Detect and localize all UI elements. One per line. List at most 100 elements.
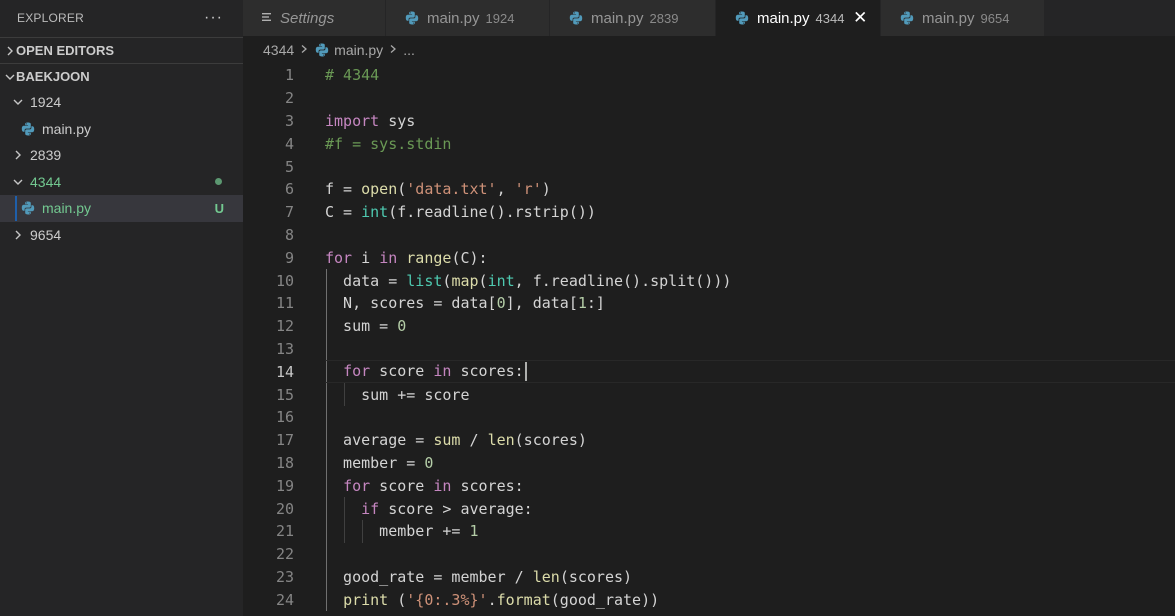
- breadcrumb-symbols[interactable]: ...: [403, 42, 415, 58]
- more-actions-icon[interactable]: ···: [204, 9, 223, 27]
- code-line[interactable]: 22: [243, 542, 1175, 566]
- tab-main-py-4344[interactable]: main.py 4344 ✕: [716, 0, 881, 36]
- code-text: print ('{0:.3%}'.format(good_rate)): [325, 591, 659, 609]
- code-line[interactable]: 2: [243, 87, 1175, 110]
- tab-label: main.py: [427, 9, 480, 27]
- code-line[interactable]: 24 print ('{0:.3%}'.format(good_rate)): [243, 588, 1175, 612]
- code-text: for score in scores:: [325, 362, 527, 382]
- file-main-py-4344[interactable]: main.py U: [0, 195, 243, 222]
- folder-9654[interactable]: 9654: [0, 222, 243, 249]
- code-text: N, scores = data[0], data[1:]: [325, 294, 605, 312]
- code-token: list: [406, 271, 443, 290]
- chevron-down-icon: [4, 71, 16, 83]
- code-token: len: [532, 567, 560, 586]
- code-token: data =: [325, 271, 407, 290]
- code-token: N, scores = data[: [325, 294, 497, 313]
- indent-guide: [326, 405, 327, 429]
- tab-description: 4344: [815, 10, 845, 26]
- code-token: , f.readline().split())): [514, 271, 732, 290]
- code-line[interactable]: 3 import sys: [243, 110, 1175, 133]
- line-number: 5: [284, 157, 294, 176]
- code-line[interactable]: 18 member = 0: [243, 451, 1175, 475]
- tab-description: 9654: [980, 10, 1010, 26]
- code-token: 'r': [514, 180, 542, 199]
- code-token: len: [487, 431, 515, 450]
- code-token: print: [343, 590, 389, 609]
- tab-description: 2839: [649, 10, 679, 26]
- code-token: for: [325, 248, 353, 267]
- tab-main-py-1924[interactable]: main.py 1924: [386, 0, 550, 36]
- code-line[interactable]: 23 good_rate = member / len(scores): [243, 565, 1175, 589]
- code-editor[interactable]: 1 # 4344 2 3 import sys 4 #f = sys.stdin 5 6 f = …: [243, 64, 1175, 616]
- code-token: (: [397, 180, 407, 199]
- close-icon[interactable]: ✕: [852, 8, 868, 28]
- code-line[interactable]: 5: [243, 155, 1175, 178]
- code-token: average =: [325, 431, 434, 450]
- folder-1924[interactable]: 1924: [0, 89, 243, 116]
- code-line[interactable]: 4 #f = sys.stdin: [243, 132, 1175, 155]
- code-line[interactable]: 11 N, scores = data[0], data[1:]: [243, 291, 1175, 315]
- code-text: average = sum / len(scores): [325, 431, 587, 449]
- code-token: C =: [325, 203, 362, 222]
- code-token: 0: [397, 317, 407, 336]
- tab-settings[interactable]: Settings: [243, 0, 386, 36]
- open-editors-section[interactable]: OPEN EDITORS: [0, 37, 243, 63]
- folder-label: 9654: [30, 226, 62, 243]
- code-line[interactable]: 14 for score in scores:: [243, 360, 1175, 384]
- folder-4344[interactable]: 4344: [0, 169, 243, 196]
- code-text: good_rate = member / len(scores): [325, 568, 632, 586]
- settings-icon: [261, 10, 273, 27]
- breadcrumb-file[interactable]: main.py: [334, 42, 383, 58]
- code-line[interactable]: 20 if score > average:: [243, 497, 1175, 520]
- code-line[interactable]: 6 f = open('data.txt', 'r'): [243, 178, 1175, 201]
- line-number: 21: [275, 522, 294, 541]
- code-token: in: [433, 476, 452, 495]
- line-number: 2: [284, 89, 294, 108]
- code-token: score > average:: [379, 499, 533, 518]
- code-line[interactable]: 21 member += 1: [243, 519, 1175, 543]
- code-line[interactable]: 17 average = sum / len(scores): [243, 428, 1175, 452]
- code-line[interactable]: 19 for score in scores:: [243, 474, 1175, 498]
- code-token: i: [352, 248, 380, 267]
- line-number: 14: [275, 362, 294, 381]
- code-line[interactable]: 16: [243, 405, 1175, 429]
- code-line[interactable]: 9 for i in range(C):: [243, 246, 1175, 269]
- baekjoon-section[interactable]: BAEKJOON: [0, 63, 243, 89]
- line-number: 1: [284, 66, 294, 85]
- code-token: f =: [325, 180, 362, 199]
- line-number: 19: [275, 476, 294, 495]
- code-token: (C):: [451, 248, 488, 267]
- code-line[interactable]: 1 # 4344: [243, 64, 1175, 87]
- code-line[interactable]: 10 data = list(map(int, f.readline().spl…: [243, 269, 1175, 292]
- code-line[interactable]: 12 sum = 0: [243, 314, 1175, 338]
- python-icon: [20, 121, 36, 137]
- code-token: '{0:.3%}': [406, 590, 488, 609]
- code-line[interactable]: 7 C = int(f.readline().rstrip()): [243, 201, 1175, 224]
- indent-guide: [326, 542, 327, 566]
- chevron-down-icon: [12, 96, 24, 108]
- code-token: .: [487, 590, 497, 609]
- code-line[interactable]: 15 sum += score: [243, 383, 1175, 406]
- code-token: scores:: [451, 476, 524, 495]
- code-token: member +=: [325, 522, 470, 541]
- code-token: 1: [469, 522, 479, 541]
- selection-outline: [15, 196, 17, 221]
- breadcrumb-folder[interactable]: 4344: [263, 42, 294, 58]
- explorer-sidebar: EXPLORER ··· OPEN EDITORS BAEKJOON 1924 …: [0, 0, 243, 616]
- line-number: 3: [284, 111, 294, 130]
- code-token: sum =: [325, 317, 398, 336]
- code-line[interactable]: 13: [243, 337, 1175, 361]
- code-token: sys: [379, 111, 416, 130]
- line-number: 8: [284, 225, 294, 244]
- folder-2839[interactable]: 2839: [0, 142, 243, 169]
- code-text: data = list(map(int, f.readline().split(…: [325, 272, 731, 290]
- code-line[interactable]: 8: [243, 224, 1175, 247]
- tab-description: 1924: [485, 10, 515, 26]
- tab-main-py-2839[interactable]: main.py 2839: [550, 0, 716, 36]
- line-number: 13: [275, 339, 294, 358]
- tab-main-py-9654[interactable]: main.py 9654: [881, 0, 1045, 36]
- file-main-py-1924[interactable]: main.py: [0, 116, 243, 143]
